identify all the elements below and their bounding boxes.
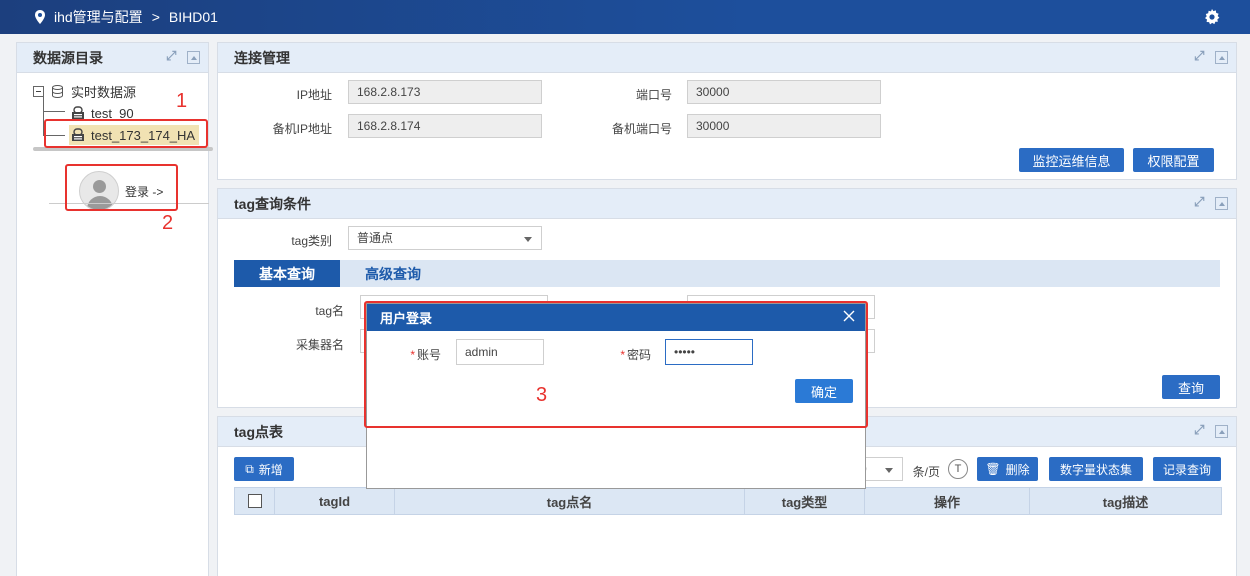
column-header[interactable]: tagId: [275, 488, 395, 514]
annotation-label-2: 2: [162, 212, 174, 234]
chevron-down-icon: [524, 237, 532, 242]
column-header[interactable]: tag点名: [395, 488, 745, 514]
query-tabs: 基本查询 高级查询: [234, 260, 1220, 287]
query-panel-title: tag查询条件: [234, 195, 311, 212]
collapse-icon[interactable]: [1215, 425, 1228, 438]
collapse-icon[interactable]: [1215, 197, 1228, 210]
datasource-panel-title: 数据源目录: [33, 49, 103, 66]
query-panel-header: tag查询条件: [218, 189, 1236, 219]
column-header[interactable]: 操作: [865, 488, 1030, 514]
select-all-checkbox[interactable]: [247, 494, 262, 508]
tag-table-header: tagId tag点名 tag类型 操作 tag描述: [234, 487, 1222, 515]
tab-advanced-query[interactable]: 高级查询: [340, 260, 446, 287]
tag-type-value: 普通点: [357, 231, 394, 245]
column-header[interactable]: tag类型: [745, 488, 865, 514]
expand-icon[interactable]: [1194, 48, 1207, 64]
connection-panel-header: 连接管理: [218, 43, 1236, 73]
collector-label: 采集器名: [295, 338, 344, 352]
ip-label: IP地址: [296, 88, 332, 102]
backup-ip-field[interactable]: 168.2.8.174: [348, 114, 542, 138]
annotation-label-1: 1: [176, 90, 188, 112]
tag-name-label: tag名: [315, 304, 344, 318]
ip-field[interactable]: 168.2.8.173: [348, 80, 542, 104]
annotation-label-3: 3: [536, 384, 548, 406]
gear-icon[interactable]: [1204, 9, 1220, 25]
per-page-label: 条/页: [912, 465, 940, 479]
record-query-button[interactable]: 记录查询: [1153, 457, 1221, 481]
delete-button[interactable]: 🗑 删除: [977, 457, 1038, 481]
tag-table-panel-title: tag点表: [234, 423, 283, 440]
permission-config-button[interactable]: 权限配置: [1133, 148, 1214, 172]
datasource-panel-header: 数据源目录: [17, 43, 208, 73]
monitor-info-button[interactable]: 监控运维信息: [1019, 148, 1124, 172]
expand-icon[interactable]: [166, 48, 179, 64]
collapse-icon[interactable]: [187, 51, 200, 64]
expand-icon[interactable]: [1194, 422, 1207, 438]
trash-icon: 🗑: [985, 462, 1001, 476]
annotation-box-3: [364, 301, 868, 428]
location-pin-icon: [35, 10, 45, 24]
tag-type-select[interactable]: 普通点: [348, 226, 542, 250]
tree-root-row[interactable]: 实时数据源: [33, 81, 136, 101]
chevron-down-icon: [885, 468, 893, 473]
connection-panel-title: 连接管理: [234, 49, 290, 66]
delete-button-label: 删除: [1005, 462, 1030, 477]
database-icon: [52, 84, 63, 98]
annotation-box-1: [44, 119, 208, 148]
add-button-label: 新增: [258, 462, 283, 477]
server-lock-icon: [72, 106, 84, 119]
text-format-icon[interactable]: T: [948, 459, 968, 479]
port-label: 端口号: [635, 88, 672, 102]
digital-state-button[interactable]: 数字量状态集: [1049, 457, 1143, 481]
query-button[interactable]: 查询: [1162, 375, 1220, 399]
add-icon: ⧉: [245, 461, 254, 476]
select-all-cell: [235, 488, 275, 514]
top-bar: ihd管理与配置 > BIHD01: [0, 0, 1250, 34]
annotation-box-2: [65, 164, 178, 211]
tree-root-label: 实时数据源: [71, 84, 137, 100]
collapse-icon[interactable]: [1215, 51, 1228, 64]
tag-type-label: tag类别: [291, 234, 332, 248]
column-header[interactable]: tag描述: [1030, 488, 1221, 514]
backup-ip-label: 备机IP地址: [272, 122, 332, 136]
breadcrumb-separator: >: [151, 9, 160, 25]
add-button[interactable]: ⧉ 新增: [234, 457, 294, 481]
breadcrumb-root[interactable]: ihd管理与配置: [54, 7, 143, 27]
breadcrumb-current: BIHD01: [168, 9, 218, 25]
backup-port-label: 备机端口号: [611, 122, 672, 136]
tree-line: [43, 111, 65, 112]
backup-port-field[interactable]: 30000: [687, 114, 881, 138]
expand-icon[interactable]: [1194, 194, 1207, 210]
port-field[interactable]: 30000: [687, 80, 881, 104]
tab-basic-query[interactable]: 基本查询: [234, 260, 340, 287]
connection-panel: 连接管理 IP地址 168.2.8.173 端口号 30000 备机IP地址 1…: [217, 42, 1237, 180]
